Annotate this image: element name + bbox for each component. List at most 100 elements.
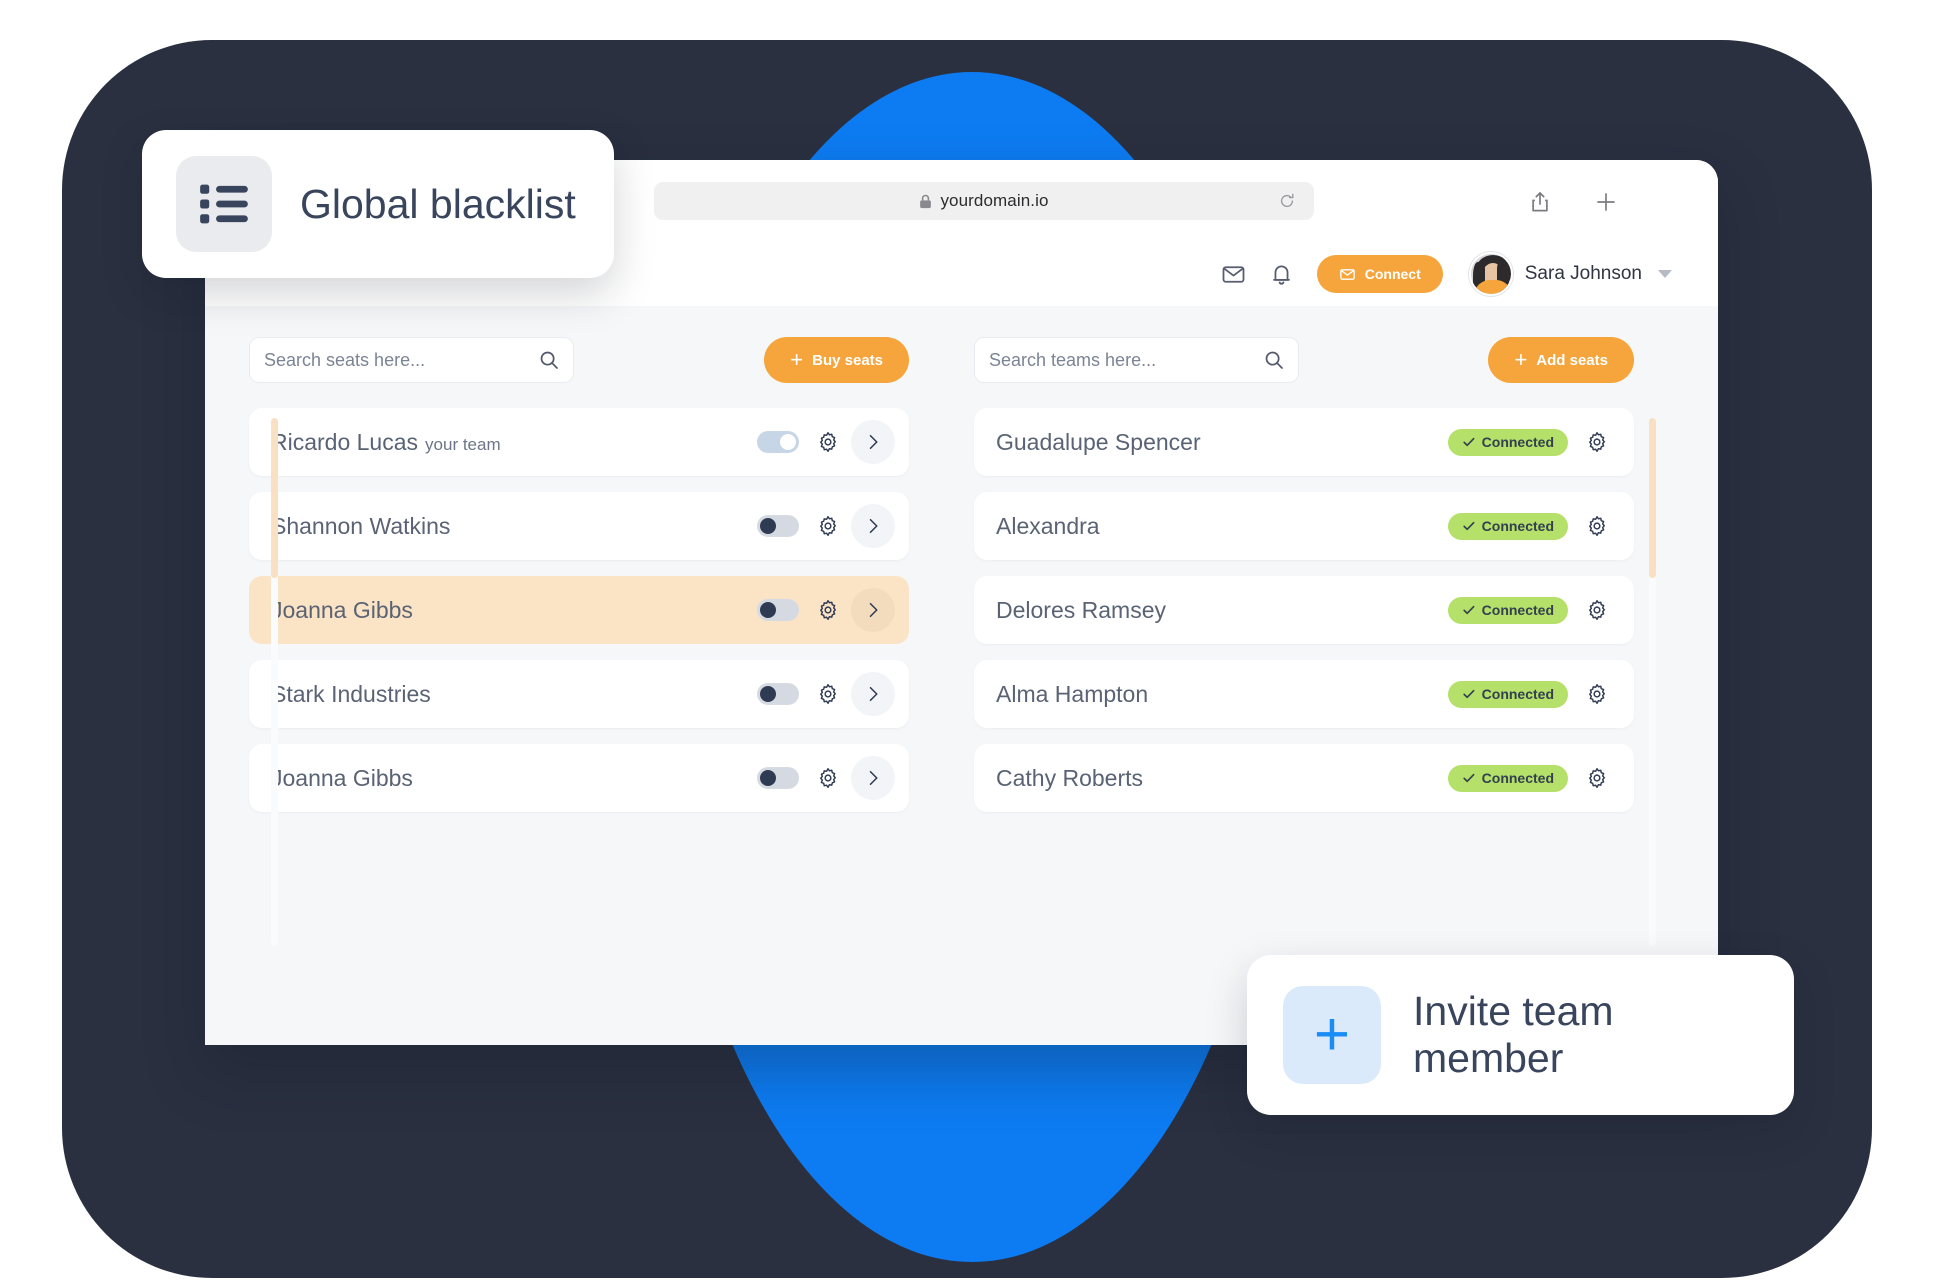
plus-icon: + (1514, 347, 1528, 372)
envelope-icon (1339, 268, 1355, 280)
browser-window: yourdomain.io Connect Sara Johnson Searc… (205, 160, 1718, 1045)
table-row[interactable]: Delores Ramsey Connected (974, 576, 1634, 644)
list-icon (200, 184, 248, 224)
team-name-text: Alexandra (996, 512, 1100, 539)
connect-button[interactable]: Connect (1316, 255, 1443, 293)
table-row[interactable]: Alma Hampton Connected (974, 660, 1634, 728)
card-title: Global blacklist (300, 180, 576, 227)
plus-icon[interactable] (1594, 190, 1618, 214)
seat-name: Joanna Gibbs (271, 765, 757, 792)
user-menu[interactable]: Sara Johnson (1468, 252, 1672, 296)
check-icon (1463, 689, 1475, 699)
table-row[interactable]: Joanna Gibbs (249, 744, 909, 812)
table-row[interactable]: Alexandra Connected (974, 492, 1634, 560)
gear-icon[interactable] (817, 431, 839, 453)
seat-toggle[interactable] (757, 683, 799, 705)
bell-icon[interactable] (1269, 261, 1295, 287)
search-input[interactable] (264, 349, 539, 371)
add-seats-button[interactable]: + Add seats (1488, 337, 1634, 383)
add-seats-label: Add seats (1536, 351, 1608, 369)
open-seat-button[interactable] (851, 672, 895, 716)
seat-name: Ricardo Lucas your team (271, 429, 757, 456)
list-icon-tile (176, 156, 272, 252)
avatar (1468, 252, 1513, 296)
teams-toolbar: + Add seats (974, 336, 1634, 384)
teams-search[interactable] (974, 337, 1299, 383)
buy-seats-button[interactable]: + Buy seats (764, 337, 909, 383)
scrollbar-thumb[interactable] (1649, 418, 1656, 578)
seat-name-text: Joanna Gibbs (271, 764, 413, 791)
table-row[interactable]: Joanna Gibbs (249, 576, 909, 644)
table-row[interactable]: Stark Industries (249, 660, 909, 728)
chevron-right-icon (869, 602, 878, 618)
seats-search[interactable] (249, 337, 574, 383)
team-name-text: Cathy Roberts (996, 764, 1144, 791)
check-icon (1463, 521, 1475, 531)
check-icon (1463, 773, 1475, 783)
search-input[interactable] (989, 349, 1264, 371)
gear-icon[interactable] (817, 599, 839, 621)
chevron-right-icon (869, 770, 878, 786)
open-seat-button[interactable] (851, 588, 895, 632)
gear-icon[interactable] (1586, 515, 1608, 537)
seat-toggle[interactable] (757, 515, 799, 537)
gear-icon[interactable] (817, 515, 839, 537)
table-row[interactable]: Ricardo Lucas your team (249, 408, 909, 476)
teams-panel: + Add seats Guadalupe SpencerConnectedAl… (974, 336, 1656, 1045)
scrollbar-thumb[interactable] (271, 418, 278, 578)
teams-scrollbar[interactable] (1649, 418, 1656, 946)
url-text: yourdomain.io (940, 191, 1049, 210)
status-badge-label: Connected (1481, 686, 1554, 702)
global-blacklist-card[interactable]: Global blacklist (142, 130, 614, 278)
gear-icon[interactable] (1586, 431, 1608, 453)
status-badge-label: Connected (1481, 434, 1554, 450)
mail-icon[interactable] (1221, 261, 1247, 287)
user-name: Sara Johnson (1524, 263, 1642, 284)
table-row[interactable]: Cathy Roberts Connected (974, 744, 1634, 812)
lock-icon (920, 194, 932, 208)
address-bar[interactable]: yourdomain.io (654, 182, 1314, 220)
app-content: + Buy seats Ricardo Lucas your team Shanno… (205, 306, 1718, 1045)
gear-icon[interactable] (817, 767, 839, 789)
open-seat-button[interactable] (851, 756, 895, 800)
table-row[interactable]: Guadalupe Spencer Connected (974, 408, 1634, 476)
status-badge: Connected (1447, 428, 1568, 456)
team-name-text: Delores Ramsey (996, 596, 1166, 623)
seat-toggle[interactable] (757, 431, 799, 453)
reload-icon[interactable] (1278, 192, 1296, 210)
plus-icon: + (790, 347, 804, 372)
open-seat-button[interactable] (851, 420, 895, 464)
search-icon (540, 351, 558, 369)
invite-team-member-card[interactable]: + Invite team member (1247, 955, 1794, 1115)
status-badge: Connected (1447, 596, 1568, 624)
gear-icon[interactable] (1586, 599, 1608, 621)
team-name-text: Guadalupe Spencer (996, 428, 1201, 455)
status-badge-label: Connected (1481, 602, 1554, 618)
chevron-right-icon (869, 686, 878, 702)
team-name: Alexandra (996, 513, 1448, 540)
seat-name-subtext: your team (425, 434, 501, 454)
table-row[interactable]: Shannon Watkins (249, 492, 909, 560)
card-title: Invite team member (1413, 988, 1614, 1081)
share-icon[interactable] (1528, 190, 1552, 214)
status-badge-label: Connected (1481, 770, 1554, 786)
status-badge-label: Connected (1481, 518, 1554, 534)
seat-name: Joanna Gibbs (271, 597, 757, 624)
check-icon (1463, 437, 1475, 447)
seats-scrollbar[interactable] (271, 418, 278, 946)
gear-icon[interactable] (1586, 683, 1608, 705)
panel-divider (909, 336, 974, 1045)
chevron-right-icon (869, 518, 878, 534)
chevron-down-icon (1658, 270, 1672, 278)
seat-toggle[interactable] (757, 767, 799, 789)
gear-icon[interactable] (817, 683, 839, 705)
seat-toggle[interactable] (757, 599, 799, 621)
status-badge: Connected (1447, 764, 1568, 792)
seats-toolbar: + Buy seats (249, 336, 909, 384)
open-seat-button[interactable] (851, 504, 895, 548)
seats-panel: + Buy seats Ricardo Lucas your team Shanno… (249, 336, 909, 1045)
gear-icon[interactable] (1586, 767, 1608, 789)
screenshot-stage: yourdomain.io Connect Sara Johnson Searc… (0, 0, 1934, 1283)
status-badge: Connected (1447, 680, 1568, 708)
seat-name: Stark Industries (271, 681, 757, 708)
